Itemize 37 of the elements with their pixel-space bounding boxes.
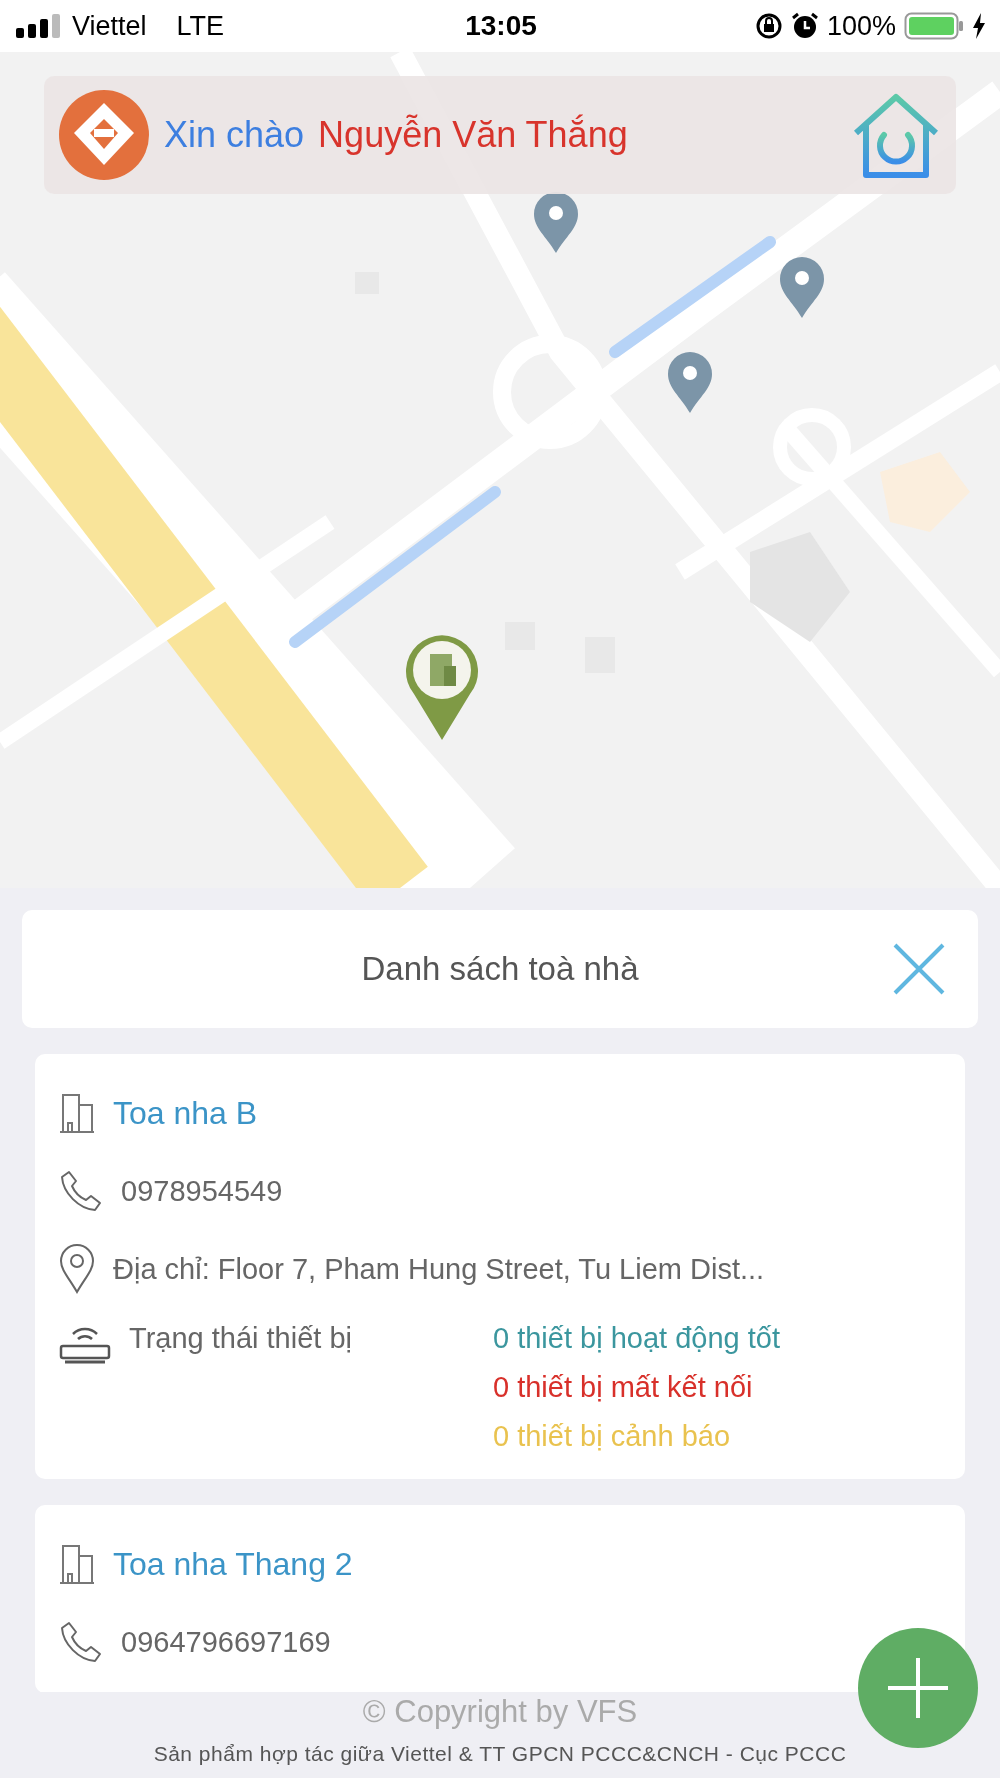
battery-percent: 100% — [826, 10, 896, 42]
rotation-lock-icon — [754, 12, 783, 40]
building-name: Toa nha B — [113, 1094, 258, 1132]
greeting-text: Xin chào — [164, 114, 305, 156]
device-status-label: Trạng thái thiết bị — [129, 1322, 353, 1355]
phone-icon — [59, 1620, 103, 1664]
building-pin-icon[interactable] — [404, 632, 480, 742]
building-card[interactable]: Toa nha B 0978954549 Địa chỉ: Floor 7, Pham Hung Street, Tu Liem Dist... Trạng thái thiết bị 0 thiết bị hoạt động tốt 0 thiết bị mất kết nối 0 thiết bị cảnh báo — [35, 1054, 965, 1479]
phone-icon — [59, 1169, 103, 1213]
location-pin-icon — [532, 192, 580, 254]
battery-icon — [904, 12, 964, 40]
panel-title: Danh sách toà nhà — [361, 950, 639, 988]
building-name: Toa nha Thang 2 — [113, 1545, 353, 1583]
alarm-icon — [790, 12, 819, 40]
app-logo-icon — [58, 89, 150, 181]
clock-time: 13:05 — [465, 10, 537, 42]
building-card[interactable]: Toa nha Thang 2 0964796697169 — [35, 1505, 965, 1692]
device-status-count: 0 thiết bị mất kết nối — [493, 1371, 754, 1404]
location-pin-icon — [666, 352, 714, 414]
address-text: Địa chỉ: Floor 7, Pham Hung Street, Tu Liem Dist... — [113, 1252, 765, 1286]
network-type: LTE — [176, 10, 225, 42]
phone-number: 0978954549 — [121, 1174, 283, 1208]
user-name: Nguyễn Văn Thắng — [318, 114, 628, 156]
copyright-text: © Copyright by VFS — [362, 1693, 638, 1731]
building-icon — [59, 1544, 95, 1584]
device-status-count: 0 thiết bị cảnh báo — [493, 1420, 731, 1453]
plus-icon — [886, 1656, 950, 1720]
close-icon[interactable] — [892, 942, 946, 996]
location-pin-icon — [59, 1244, 95, 1294]
device-status-count: 0 thiết bị hoạt động tốt — [493, 1322, 780, 1355]
charging-icon — [972, 13, 986, 39]
location-pin-icon — [778, 257, 826, 319]
carrier-name: Viettel — [72, 10, 147, 42]
signal-icon — [16, 14, 62, 38]
credit-text: Sản phẩm hợp tác giữa Viettel & TT GPCN PCCC&CNCH - Cục PCCC — [153, 1741, 847, 1767]
building-icon — [59, 1093, 95, 1133]
phone-number: 0964796697169 — [121, 1625, 331, 1659]
